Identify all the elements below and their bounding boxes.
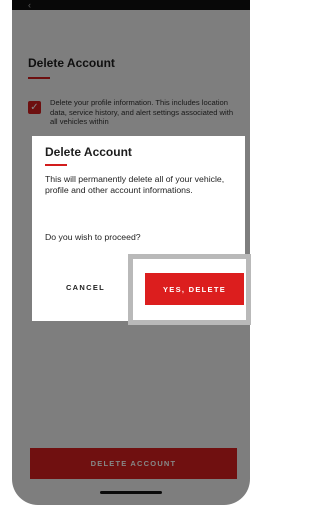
yes-delete-button[interactable]: YES, DELETE xyxy=(145,273,244,305)
dialog-question: Do you wish to proceed? xyxy=(45,232,141,242)
phone-screen: ‹ Delete Account ✓ Delete your profile i… xyxy=(12,0,250,505)
cancel-button[interactable]: CANCEL xyxy=(32,254,139,321)
dialog-title-underline xyxy=(45,164,67,166)
dialog-message: This will permanently delete all of your… xyxy=(45,174,225,195)
dialog-title: Delete Account xyxy=(45,145,132,159)
